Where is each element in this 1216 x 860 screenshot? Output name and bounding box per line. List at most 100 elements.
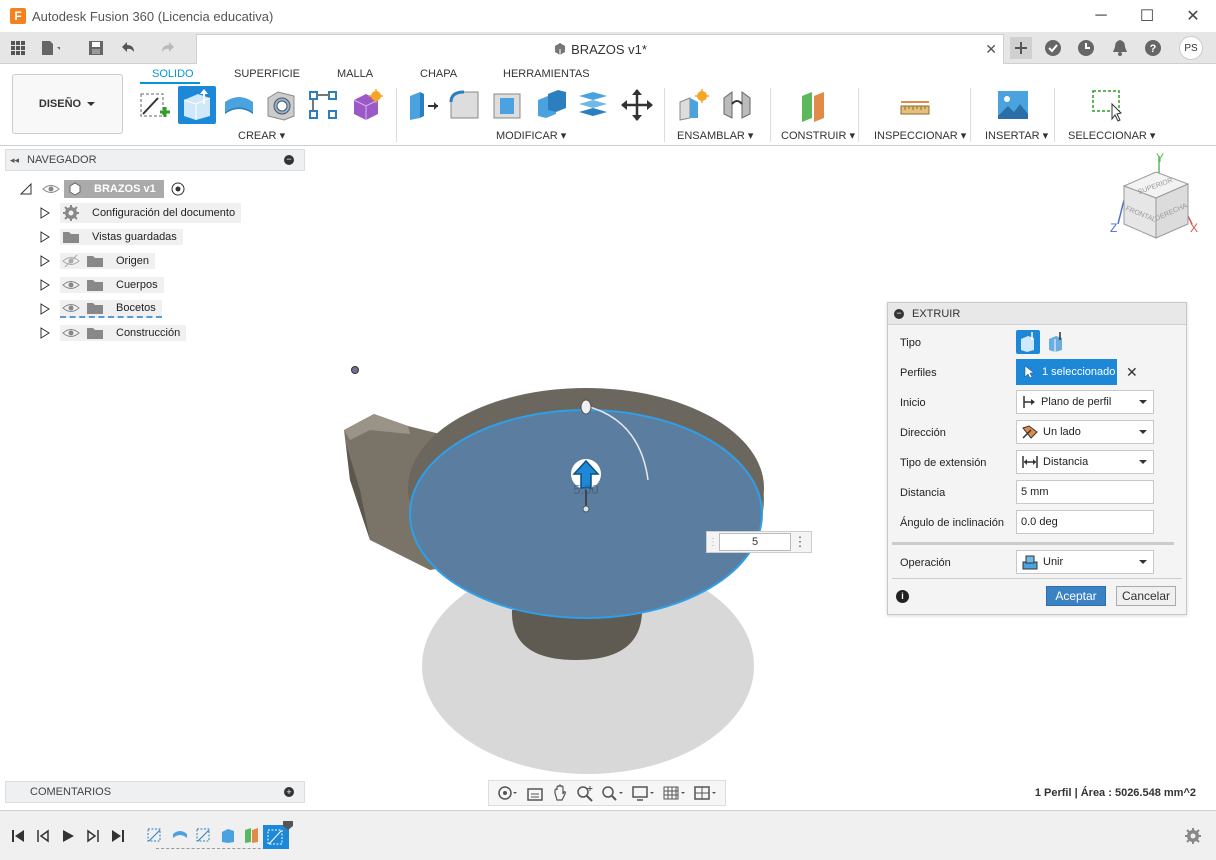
redo-icon[interactable] — [158, 38, 178, 58]
group-ensamblar[interactable]: ENSAMBLAR ▾ — [677, 129, 753, 142]
hole-icon[interactable] — [264, 88, 298, 122]
selected-profile[interactable] — [409, 409, 763, 619]
go-to-end-icon[interactable] — [111, 829, 125, 843]
group-inspeccionar[interactable]: INSPECCIONAR ▾ — [874, 129, 966, 142]
group-insertar[interactable]: INSERTAR ▾ — [985, 129, 1048, 142]
go-to-start-icon[interactable] — [11, 829, 25, 843]
zoom-icon[interactable] — [576, 784, 594, 802]
job-status-icon[interactable] — [1076, 38, 1096, 58]
timeline-sketch-icon[interactable] — [146, 826, 164, 844]
tree-item-origin[interactable]: Origen — [40, 251, 156, 271]
expand-down-icon[interactable] — [20, 183, 32, 195]
viewports-icon[interactable] — [693, 784, 718, 802]
more-options-icon[interactable]: ⋮ — [791, 534, 809, 550]
start-dropdown[interactable]: Plano de perfil — [1016, 390, 1154, 414]
expand-right-icon[interactable] — [40, 207, 50, 219]
insert-image-icon[interactable] — [996, 88, 1030, 122]
accept-button[interactable]: Aceptar — [1046, 586, 1106, 606]
close-tab-icon[interactable]: ✕ — [985, 41, 997, 58]
operation-dropdown[interactable]: Unir — [1016, 550, 1154, 574]
timeline-sketch-icon[interactable] — [195, 826, 213, 844]
move-icon[interactable] — [620, 88, 654, 122]
create-sketch-icon[interactable] — [138, 88, 172, 122]
combine-icon[interactable] — [534, 88, 568, 122]
group-crear[interactable]: CREAR ▾ — [238, 129, 285, 142]
root-component[interactable]: BRAZOS v1 — [64, 180, 164, 198]
angle-handle[interactable] — [580, 399, 592, 415]
clear-selection-icon[interactable]: ✕ — [1126, 364, 1138, 381]
extensions-icon[interactable] — [1043, 38, 1063, 58]
type-thin-extrude-button[interactable] — [1044, 330, 1068, 354]
display-settings-icon[interactable] — [631, 784, 656, 802]
document-tab[interactable]: BRAZOS v1* ✕ — [196, 34, 1004, 64]
minimize-button[interactable]: ─ — [1078, 0, 1124, 32]
drag-handle-icon[interactable]: ⋮ — [707, 537, 719, 548]
press-pull-icon[interactable] — [406, 88, 440, 122]
tree-item-construction[interactable]: Construcción — [40, 323, 187, 343]
add-comment-icon[interactable]: + — [284, 787, 294, 797]
help-icon[interactable]: ? — [1143, 38, 1163, 58]
select-window-icon[interactable] — [1090, 88, 1124, 122]
tree-item-sketches[interactable]: Bocetos — [40, 299, 162, 319]
new-tab-plus-icon[interactable] — [1010, 37, 1032, 59]
info-icon[interactable]: i — [896, 590, 909, 603]
group-construir[interactable]: CONSTRUIR ▾ — [781, 129, 855, 142]
expand-right-icon[interactable] — [40, 231, 50, 243]
tab-herramientas[interactable]: HERRAMIENTAS — [503, 68, 590, 80]
eye-hidden-icon[interactable] — [62, 254, 80, 268]
extent-type-dropdown[interactable]: Distancia — [1016, 450, 1154, 474]
group-seleccionar[interactable]: SELECCIONAR ▾ — [1068, 129, 1155, 142]
distance-input[interactable]: 5 mm — [1016, 480, 1154, 504]
tab-malla[interactable]: MALLA — [337, 68, 373, 80]
direction-dropdown[interactable]: Un lado — [1016, 420, 1154, 444]
user-avatar[interactable]: PS — [1179, 36, 1203, 60]
timeline-plane-icon[interactable] — [243, 826, 261, 844]
fit-zoom-icon[interactable] — [601, 784, 625, 802]
collapse-dialog-icon[interactable]: − — [894, 308, 904, 319]
create-form-icon[interactable] — [350, 88, 384, 122]
step-back-icon[interactable] — [36, 829, 50, 843]
tree-item-bodies[interactable]: Cuerpos — [40, 275, 164, 295]
tab-chapa[interactable]: CHAPA — [420, 68, 457, 80]
profiles-selection-button[interactable]: 1 seleccionado — [1016, 359, 1117, 385]
timeline-revolve-icon[interactable] — [171, 826, 189, 844]
tree-item-document-settings[interactable]: Configuración del documento — [40, 203, 242, 223]
timeline-settings-gear-icon[interactable] — [1184, 827, 1202, 845]
extrude-icon[interactable] — [178, 86, 216, 124]
orbit-icon[interactable] — [497, 784, 519, 802]
maximize-button[interactable]: ☐ — [1124, 0, 1170, 32]
undo-icon[interactable] — [118, 38, 138, 58]
canvas-distance-input[interactable]: 5 — [719, 533, 791, 551]
type-extrude-button[interactable] — [1016, 330, 1040, 354]
look-at-icon[interactable] — [526, 784, 544, 802]
expand-right-icon[interactable] — [40, 303, 50, 315]
expand-right-icon[interactable] — [40, 327, 50, 339]
cancel-button[interactable]: Cancelar — [1116, 586, 1176, 606]
pattern-icon[interactable] — [306, 88, 340, 122]
tab-solido[interactable]: SOLIDO — [152, 68, 194, 80]
offset-plane-icon[interactable] — [798, 88, 832, 122]
split-body-icon[interactable] — [576, 88, 610, 122]
view-cube[interactable]: Y Z X SUPERIOR FRONTAL DERECHA — [1104, 150, 1204, 250]
model-viewport[interactable]: 5.00 — [330, 360, 780, 790]
joint-icon[interactable] — [720, 88, 754, 122]
workspace-switcher-button[interactable]: DISEÑO — [12, 74, 123, 134]
tree-root[interactable]: BRAZOS v1 — [20, 179, 186, 199]
revolve-icon[interactable] — [222, 88, 256, 122]
taper-angle-input[interactable]: 0.0 deg — [1016, 510, 1154, 534]
timeline-marker-icon[interactable] — [282, 820, 294, 830]
collapse-left-icon[interactable]: ◂◂ — [10, 155, 19, 166]
play-icon[interactable] — [61, 829, 75, 843]
file-menu-icon[interactable] — [40, 38, 60, 58]
step-forward-icon[interactable] — [86, 829, 100, 843]
expand-right-icon[interactable] — [40, 279, 50, 291]
eye-icon[interactable] — [42, 182, 60, 196]
eye-icon[interactable] — [62, 301, 80, 315]
save-icon[interactable] — [86, 38, 106, 58]
measure-icon[interactable] — [898, 88, 932, 122]
new-component-icon[interactable] — [676, 88, 710, 122]
timeline-extrude-icon[interactable] — [219, 826, 237, 844]
fillet-icon[interactable] — [448, 88, 482, 122]
tree-item-saved-views[interactable]: Vistas guardadas — [40, 227, 183, 247]
close-window-button[interactable]: ✕ — [1170, 0, 1216, 32]
